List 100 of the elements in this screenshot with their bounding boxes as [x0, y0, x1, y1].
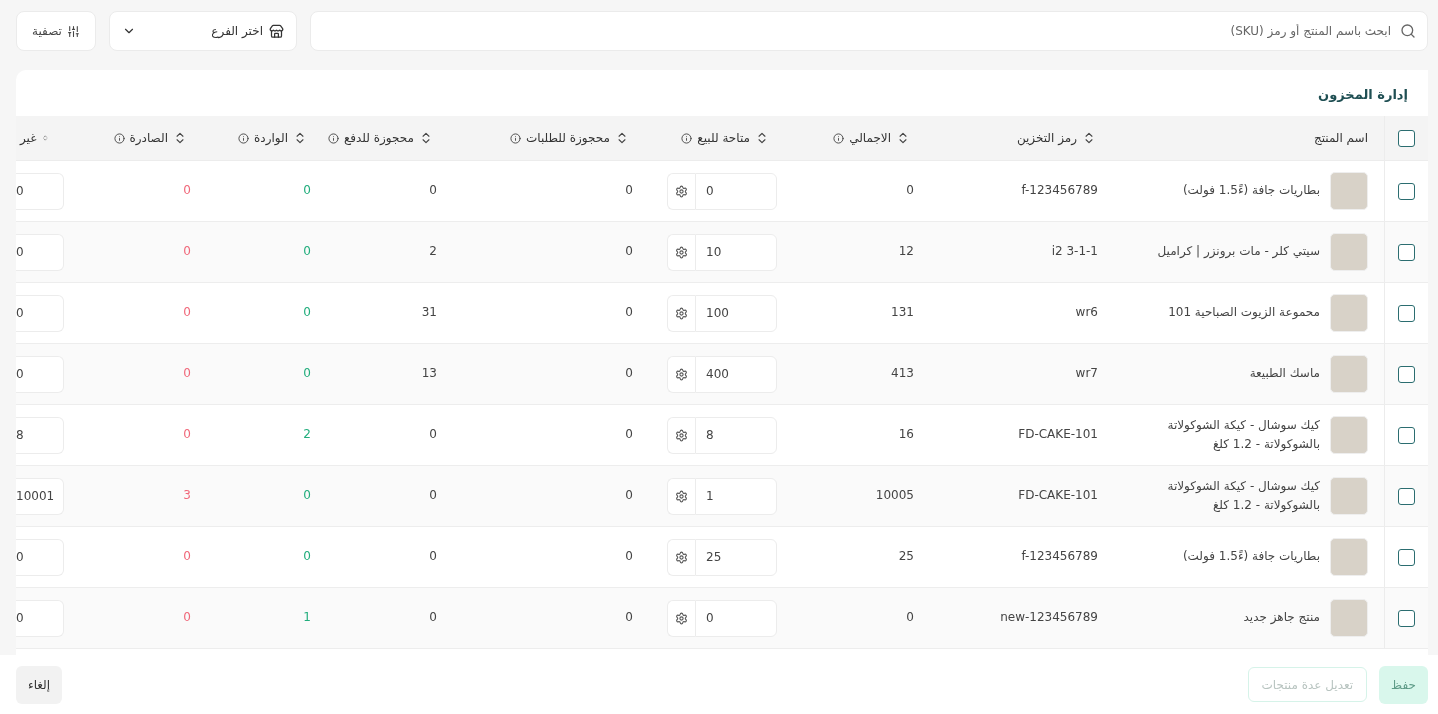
- info-icon[interactable]: [509, 132, 521, 144]
- sku-text: FD-CAKE-101: [1018, 426, 1098, 444]
- select-all-checkbox[interactable]: [1398, 129, 1415, 147]
- cancel-button[interactable]: إلغاء: [16, 665, 63, 704]
- column-header: الاجمالي: [849, 131, 891, 145]
- column-header: غير: [20, 131, 37, 145]
- column-header: متاحة للبيع: [697, 131, 750, 145]
- sku-text: f-123456789: [1021, 548, 1098, 566]
- available-quantity-field[interactable]: 8: [695, 416, 777, 454]
- outgoing-value: 0: [183, 243, 191, 261]
- quantity-field[interactable]: 0: [16, 233, 64, 271]
- available-quantity-field[interactable]: 10: [695, 233, 777, 271]
- available-quantity-field[interactable]: 1: [695, 477, 777, 515]
- reserved-payment-value: 0: [429, 609, 437, 627]
- quantity-field[interactable]: 10001: [16, 477, 64, 515]
- total-value: 10005: [875, 487, 914, 505]
- product-name: بطاريات جافة (ءً1.5 فولت): [1182, 182, 1320, 200]
- sku-text: new-123456789: [1000, 609, 1098, 627]
- quantity-field[interactable]: 0: [16, 172, 64, 210]
- reserved-orders-value: 0: [625, 182, 633, 200]
- sku-text: FD-CAKE-101: [1018, 487, 1098, 505]
- incoming-value: 0: [303, 182, 311, 200]
- total-value: 25: [898, 548, 914, 566]
- gear-icon: [675, 306, 688, 320]
- outgoing-value: 0: [183, 365, 191, 383]
- column-header: رمز التخزين: [1016, 131, 1077, 145]
- column-header: محجوزة للدفع: [343, 131, 414, 145]
- row-checkbox[interactable]: [1398, 609, 1415, 627]
- settings-button[interactable]: [667, 599, 695, 637]
- store-icon: [269, 23, 284, 39]
- gear-icon: [675, 489, 688, 503]
- settings-button[interactable]: [667, 294, 695, 332]
- search-icon: [1400, 23, 1416, 39]
- available-quantity-field[interactable]: 25: [695, 538, 777, 576]
- sliders-icon: [66, 24, 80, 38]
- settings-button[interactable]: [667, 233, 695, 271]
- total-value: 16: [898, 426, 914, 444]
- product-name: بطاريات جافة (ءً1.5 فولت): [1182, 548, 1320, 566]
- row-checkbox[interactable]: [1398, 548, 1415, 566]
- column-header: محجوزة للطلبات: [525, 131, 610, 145]
- reserved-payment-value: 0: [429, 182, 437, 200]
- quantity-field[interactable]: 0: [16, 294, 64, 332]
- total-value: 0: [906, 609, 914, 627]
- product-name: كيك سوشال - كيكة الشوكولاتة بالشوكولاتة - 1.2 كلغ: [1166, 477, 1320, 515]
- info-icon[interactable]: [113, 132, 125, 144]
- settings-button[interactable]: [667, 477, 695, 515]
- info-icon[interactable]: [833, 132, 845, 144]
- reserved-payment-value: 0: [429, 487, 437, 505]
- outgoing-value: 0: [183, 609, 191, 627]
- column-header: اسم المنتج: [1313, 131, 1368, 145]
- panel-title: إدارة المخزون: [1317, 86, 1409, 104]
- sku-text: wr7: [1075, 365, 1098, 383]
- reserved-orders-value: 0: [625, 609, 633, 627]
- quantity-field[interactable]: 0: [16, 355, 64, 393]
- incoming-value: 2: [303, 426, 311, 444]
- row-checkbox[interactable]: [1398, 365, 1415, 383]
- branch-select[interactable]: اختر الفرع: [109, 11, 297, 51]
- column-header: الواردة: [254, 131, 288, 145]
- photo-placeholder: [1330, 233, 1368, 271]
- settings-button[interactable]: [667, 538, 695, 576]
- reserved-payment-value: 2: [429, 243, 437, 261]
- total-value: 413: [891, 365, 914, 383]
- outgoing-value: 0: [183, 304, 191, 322]
- product-name: سيتي كلر - مات برونزر | كراميل: [1157, 243, 1320, 261]
- product-name: كيك سوشال - كيكة الشوكولاتة بالشوكولاتة - 1.2 كلغ: [1166, 416, 1320, 454]
- reserved-orders-value: 0: [625, 548, 633, 566]
- reserved-payment-value: 0: [429, 426, 437, 444]
- row-checkbox[interactable]: [1398, 426, 1415, 444]
- settings-button[interactable]: [667, 355, 695, 393]
- quantity-field[interactable]: 0: [16, 599, 64, 637]
- settings-button[interactable]: [667, 416, 695, 454]
- total-value: 0: [906, 182, 914, 200]
- gear-icon: [675, 428, 688, 442]
- available-quantity-field[interactable]: 100: [695, 294, 777, 332]
- info-icon[interactable]: [238, 132, 250, 144]
- gear-icon: [675, 184, 688, 198]
- available-quantity-field[interactable]: 400: [695, 355, 777, 393]
- row-checkbox[interactable]: [1398, 243, 1415, 261]
- available-quantity-field[interactable]: 0: [695, 599, 777, 637]
- sku-text: f-123456789: [1021, 182, 1098, 200]
- settings-button[interactable]: [667, 172, 695, 210]
- quantity-field[interactable]: 0: [16, 538, 64, 576]
- row-checkbox[interactable]: [1398, 304, 1415, 322]
- row-checkbox[interactable]: [1398, 182, 1415, 200]
- product-name: منتج جاهز جديد: [1243, 609, 1320, 627]
- row-checkbox[interactable]: [1398, 487, 1415, 505]
- column-header: الصادرة: [129, 131, 168, 145]
- product-name: ماسك الطبيعة: [1249, 365, 1320, 383]
- incoming-value: 0: [303, 243, 311, 261]
- total-value: 131: [891, 304, 914, 322]
- product-name: محموعة الزيوت الصباحية 101: [1168, 304, 1320, 322]
- outgoing-value: 0: [183, 182, 191, 200]
- photo-placeholder: [1330, 172, 1368, 210]
- info-icon[interactable]: [681, 132, 693, 144]
- quantity-field[interactable]: 8: [16, 416, 64, 454]
- reserved-payment-value: 0: [429, 548, 437, 566]
- available-quantity-field[interactable]: 0: [695, 172, 777, 210]
- info-icon[interactable]: [327, 132, 339, 144]
- filter-button[interactable]: تصفية: [16, 11, 96, 51]
- incoming-value: 1: [303, 609, 311, 627]
